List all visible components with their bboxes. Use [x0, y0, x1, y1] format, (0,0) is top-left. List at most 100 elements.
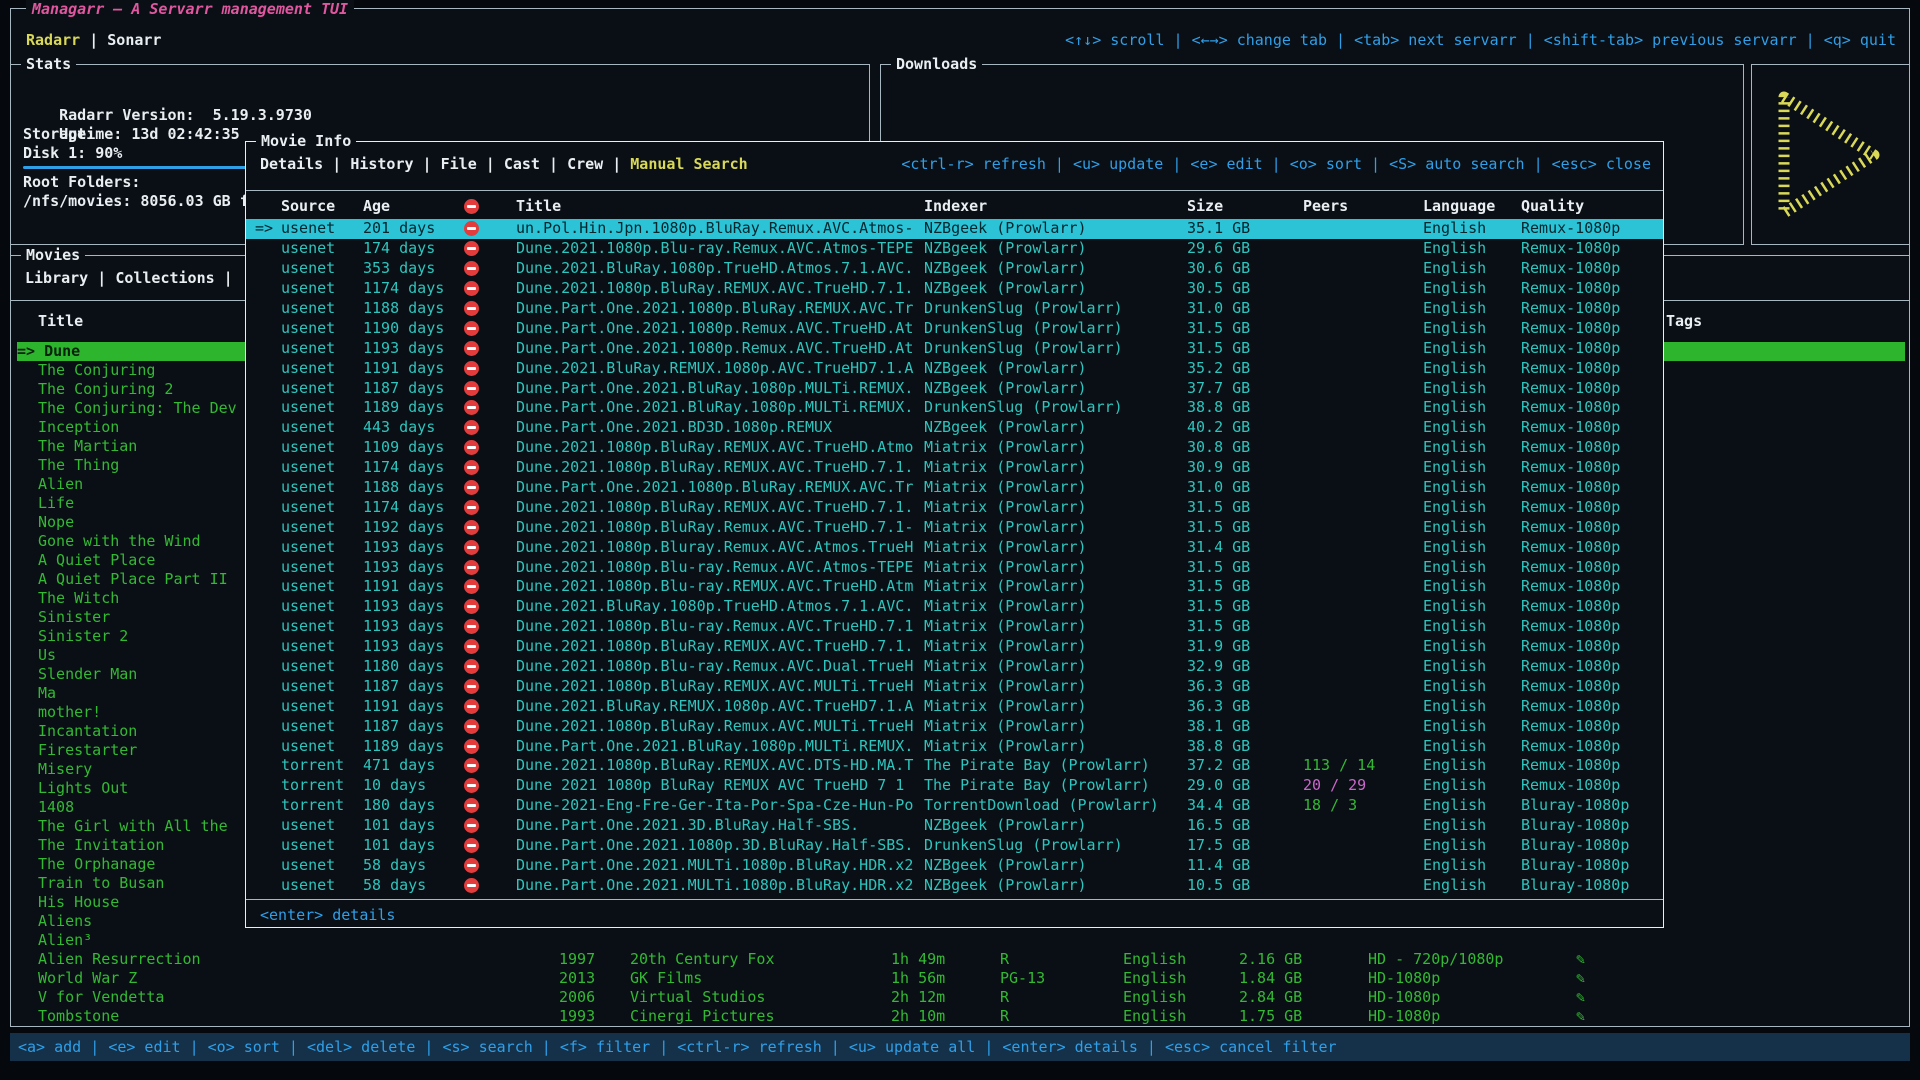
search-result-row[interactable]: usenet101 daysDune.Part.One.2021.1080p.3… [246, 836, 1663, 856]
cell-quality: Remux-1080p [1521, 418, 1663, 437]
keybind-sort: <o> sort [1290, 155, 1362, 173]
search-result-row[interactable]: usenet1191 daysDune.2021.BluRay.REMUX.10… [246, 358, 1663, 378]
tab-manual-search[interactable]: Manual Search [630, 155, 747, 173]
tab-details[interactable]: Details [260, 155, 323, 173]
hint-separator: | [650, 1038, 677, 1056]
cell-rejected [462, 239, 516, 258]
search-result-row[interactable]: usenet1193 daysDune.2021.1080p.Blu-ray.R… [246, 557, 1663, 577]
cell-language: English [1423, 398, 1521, 417]
cell-language: English [1423, 657, 1521, 676]
cell-source: usenet [281, 458, 363, 477]
search-result-row[interactable]: torrent471 daysDune.2021.1080p.BluRay.RE… [246, 756, 1663, 776]
stats-storage-label: Storage: [23, 125, 95, 144]
search-result-row[interactable]: usenet58 daysDune.Part.One.2021.MULTi.10… [246, 875, 1663, 895]
search-result-row[interactable]: usenet101 daysDune.Part.One.2021.3D.BluR… [246, 816, 1663, 836]
cell-language: English [1423, 319, 1521, 338]
cell-rejected [462, 398, 516, 417]
cell-age: 1187 days [363, 717, 462, 736]
cell-quality: Bluray-1080p [1521, 816, 1663, 835]
search-result-row[interactable]: usenet1192 daysDune.2021.1080p.BluRay.Re… [246, 517, 1663, 537]
search-result-row[interactable]: usenet443 daysDune.Part.One.2021.BD3D.10… [246, 418, 1663, 438]
cell-source: usenet [281, 259, 363, 278]
tab-history[interactable]: History [350, 155, 413, 173]
bottom-bar: <a> add | <e> edit | <o> sort | <del> de… [10, 1033, 1910, 1061]
column-header-language: Language [1423, 197, 1521, 216]
search-result-row[interactable]: usenet58 daysDune.Part.One.2021.MULTi.10… [246, 856, 1663, 876]
search-result-row[interactable]: usenet174 daysDune.2021.1080p.Blu-ray.Re… [246, 239, 1663, 259]
monitored-icon: ✎ [1576, 988, 1585, 1007]
keybind-cancel-filter: <esc> cancel filter [1165, 1038, 1337, 1056]
search-result-row[interactable]: usenet1193 daysDune.Part.One.2021.1080p.… [246, 338, 1663, 358]
tab-crew[interactable]: Crew [567, 155, 603, 173]
search-result-row[interactable]: usenet1187 daysDune.2021.1080p.BluRay.Re… [246, 716, 1663, 736]
cell-indexer: The Pirate Bay (Prowlarr) [924, 776, 1187, 795]
cell-quality: Remux-1080p [1521, 259, 1663, 278]
cell-age: 174 days [363, 239, 462, 258]
cell-title: Dune.2021.1080p.Blu-ray.Remux.AVC.TrueHD… [516, 617, 924, 636]
rejection-icon [464, 619, 479, 634]
search-result-row[interactable]: usenet1189 daysDune.Part.One.2021.BluRay… [246, 736, 1663, 756]
cell-age: 1180 days [363, 657, 462, 676]
search-result-row[interactable]: usenet1180 daysDune.2021.1080p.Blu-ray.R… [246, 657, 1663, 677]
cell-rejected [462, 319, 516, 338]
cell-size: 36.3 GB [1187, 677, 1303, 696]
search-result-row[interactable]: usenet1174 daysDune.2021.1080p.BluRay.RE… [246, 458, 1663, 478]
search-result-row[interactable]: usenet1174 daysDune.2021.1080p.BluRay.RE… [246, 279, 1663, 299]
cell-quality: Remux-1080p [1521, 219, 1663, 238]
search-result-row[interactable]: usenet1174 daysDune.2021.1080p.BluRay.RE… [246, 497, 1663, 517]
rejection-icon [464, 798, 479, 813]
cell-quality: Remux-1080p [1521, 657, 1663, 676]
cell-language: English [1423, 856, 1521, 875]
search-result-row[interactable]: usenet1187 daysDune.2021.1080p.BluRay.RE… [246, 676, 1663, 696]
movie-detail-row: 199720th Century Fox1h 49mREnglish2.16 G… [11, 950, 1909, 969]
search-result-row[interactable]: usenet1193 daysDune.2021.1080p.Bluray.Re… [246, 537, 1663, 557]
search-result-row[interactable]: usenet1188 daysDune.Part.One.2021.1080p.… [246, 299, 1663, 319]
movie-info-modal: Movie Info Details | History | File | Ca… [245, 141, 1664, 928]
search-result-row[interactable]: usenet1191 daysDune.2021.1080p.Blu-ray.R… [246, 577, 1663, 597]
cell-language: English [1423, 677, 1521, 696]
tab-cast[interactable]: Cast [504, 155, 540, 173]
keybind-sort: <o> sort [208, 1038, 280, 1056]
cell-size: 29.0 GB [1187, 776, 1303, 795]
cell-size: 32.9 GB [1187, 657, 1303, 676]
search-result-row[interactable]: usenet1191 daysDune.2021.BluRay.REMUX.10… [246, 696, 1663, 716]
stats-root-folders-label: Root Folders: [23, 173, 140, 192]
rejection-icon [464, 778, 479, 793]
tab-radarr[interactable]: Radarr [26, 31, 80, 49]
hint-separator: | [1164, 31, 1191, 49]
search-result-row[interactable]: usenet1193 daysDune.2021.1080p.Blu-ray.R… [246, 617, 1663, 637]
search-result-row[interactable]: usenet1190 daysDune.Part.One.2021.1080p.… [246, 318, 1663, 338]
search-result-row[interactable]: torrent180 daysDune-2021-Eng-Fre-Ger-Ita… [246, 796, 1663, 816]
cell-language: English [1423, 359, 1521, 378]
cell-title: Dune-2021-Eng-Fre-Ger-Ita-Por-Spa-Cze-Hu… [516, 796, 924, 815]
tab-file[interactable]: File [441, 155, 477, 173]
cell-source: usenet [281, 558, 363, 577]
hint-separator: | [1046, 155, 1073, 173]
cell-indexer: Miatrix (Prowlarr) [924, 538, 1187, 557]
cell-title: Dune.Part.One.2021.MULTi.1080p.BluRay.HD… [516, 876, 924, 895]
search-result-row[interactable]: usenet353 daysDune.2021.BluRay.1080p.Tru… [246, 259, 1663, 279]
cell-age: 1189 days [363, 737, 462, 756]
search-result-row[interactable]: usenet1187 daysDune.Part.One.2021.BluRay… [246, 378, 1663, 398]
cell-size: 30.8 GB [1187, 438, 1303, 457]
rejection-icon [464, 500, 479, 515]
cell-language: English [1423, 418, 1521, 437]
search-result-row[interactable]: torrent10 daysDune 2021 1080p BluRay REM… [246, 776, 1663, 796]
keybind-next-servarr: <tab> next servarr [1354, 31, 1517, 49]
cell-source: usenet [281, 876, 363, 895]
cell-quality: Remux-1080p [1521, 518, 1663, 537]
search-result-row[interactable]: =>usenet201 daysun.Pol.Hin.Jpn.1080p.Blu… [246, 219, 1663, 239]
search-result-row[interactable]: usenet1193 daysDune.2021.1080p.BluRay.RE… [246, 637, 1663, 657]
search-result-row[interactable]: usenet1109 daysDune.2021.1080p.BluRay.RE… [246, 438, 1663, 458]
tab-sonarr[interactable]: Sonarr [107, 31, 161, 49]
cell-indexer: Miatrix (Prowlarr) [924, 677, 1187, 696]
search-result-row[interactable]: usenet1193 daysDune.2021.BluRay.1080p.Tr… [246, 597, 1663, 617]
movie-rating: R [1000, 950, 1009, 969]
search-result-row[interactable]: usenet1189 daysDune.Part.One.2021.BluRay… [246, 398, 1663, 418]
keybind-add: <a> add [18, 1038, 81, 1056]
cell-age: 10 days [363, 776, 462, 795]
cell-indexer: DrunkenSlug (Prowlarr) [924, 398, 1187, 417]
search-result-row[interactable]: usenet1188 daysDune.Part.One.2021.1080p.… [246, 478, 1663, 498]
hint-separator: | [1327, 31, 1354, 49]
cell-title: Dune.2021.BluRay.REMUX.1080p.AVC.TrueHD7… [516, 359, 924, 378]
